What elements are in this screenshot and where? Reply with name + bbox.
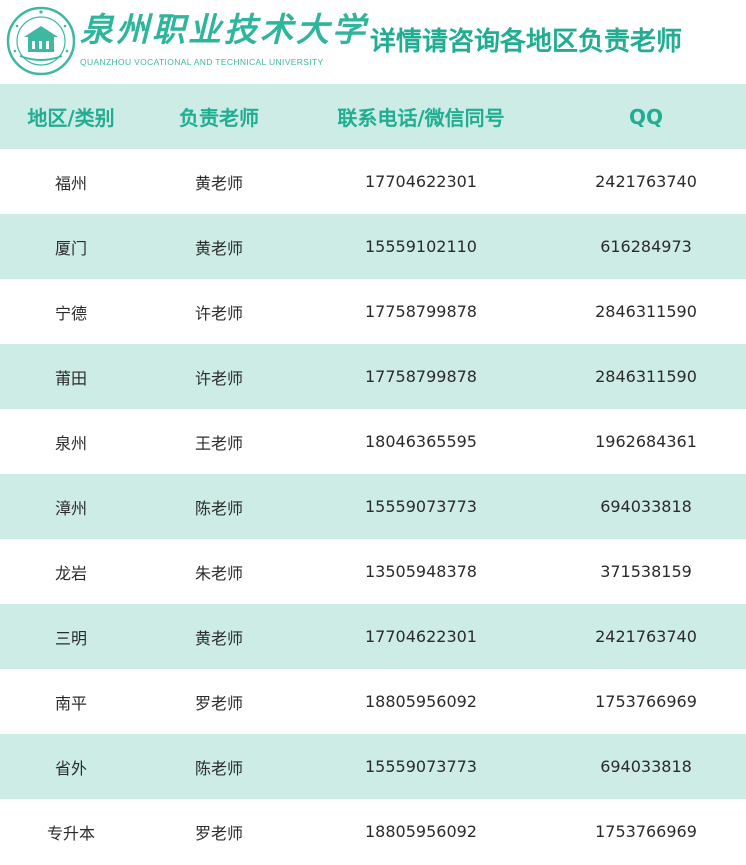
- column-header-teacher: 负责老师: [179, 106, 259, 130]
- teacher-cell: 许老师: [194, 303, 243, 323]
- phone-cell: 18805956092: [365, 822, 477, 841]
- table-row: 泉州 王老师 18046365595 1962684361: [0, 409, 746, 474]
- table-row: 专升本 罗老师 18805956092 1753766969: [0, 799, 746, 864]
- teacher-cell: 朱老师: [194, 563, 243, 583]
- qq-cell: 1753766969: [595, 692, 697, 711]
- teacher-cell: 陈老师: [194, 758, 243, 778]
- table-row: 省外 陈老师 15559073773 694033818: [0, 734, 746, 799]
- page: 泉州职业技术大学 QUANZHOU VOCATIONAL AND TECHNIC…: [0, 0, 746, 865]
- teacher-cell: 黄老师: [194, 628, 243, 648]
- qq-cell: 694033818: [600, 757, 692, 776]
- phone-cell: 17704622301: [365, 172, 477, 191]
- region-cell: 龙岩: [54, 563, 87, 583]
- qq-cell: 1753766969: [595, 822, 697, 841]
- table-row: 漳州 陈老师 15559073773 694033818: [0, 474, 746, 539]
- teacher-cell: 许老师: [194, 368, 243, 388]
- phone-cell: 15559073773: [365, 757, 477, 776]
- region-cell: 福州: [54, 173, 87, 193]
- column-header-qq: QQ: [628, 104, 663, 129]
- consult-notice: 详情请咨询各地区负责老师: [370, 27, 683, 57]
- qq-cell: 1962684361: [595, 432, 697, 451]
- brand-name-en: QUANZHOU VOCATIONAL AND TECHNICAL UNIVER…: [80, 57, 324, 67]
- table-header-row: 地区/类别 负责老师 联系电话/微信同号 QQ: [0, 84, 746, 149]
- teacher-cell: 罗老师: [194, 693, 243, 713]
- column-header-phone: 联系电话/微信同号: [337, 106, 505, 130]
- table-row: 福州 黄老师 17704622301 2421763740: [0, 149, 746, 214]
- phone-cell: 17704622301: [365, 627, 477, 646]
- region-cell: 莆田: [54, 368, 87, 388]
- qq-cell: 2421763740: [595, 172, 697, 191]
- region-cell: 漳州: [54, 498, 87, 518]
- phone-cell: 15559073773: [365, 497, 477, 516]
- contact-table: 地区/类别 负责老师 联系电话/微信同号 QQ 福州 黄老师 177046223…: [0, 84, 746, 864]
- phone-cell: 15559102110: [365, 237, 477, 256]
- qq-cell: 2846311590: [595, 367, 697, 386]
- qq-cell: 371538159: [600, 562, 692, 581]
- teacher-cell: 黄老师: [194, 173, 243, 193]
- brand-name-cn: 泉州职业技术大学: [80, 10, 368, 49]
- phone-cell: 18805956092: [365, 692, 477, 711]
- header: 泉州职业技术大学 QUANZHOU VOCATIONAL AND TECHNIC…: [0, 0, 746, 84]
- phone-cell: 18046365595: [365, 432, 477, 451]
- qq-cell: 616284973: [600, 237, 692, 256]
- table-row: 厦门 黄老师 15559102110 616284973: [0, 214, 746, 279]
- region-cell: 泉州: [54, 433, 87, 453]
- phone-cell: 17758799878: [365, 367, 477, 386]
- phone-cell: 17758799878: [365, 302, 477, 321]
- phone-cell: 13505948378: [365, 562, 477, 581]
- teacher-cell: 罗老师: [194, 823, 243, 843]
- table-row: 宁德 许老师 17758799878 2846311590: [0, 279, 746, 344]
- qq-cell: 2846311590: [595, 302, 697, 321]
- region-cell: 专升本: [46, 823, 95, 843]
- column-header-region: 地区/类别: [27, 106, 115, 130]
- university-emblem-icon: [6, 6, 76, 76]
- region-cell: 南平: [54, 693, 87, 713]
- region-cell: 省外: [54, 758, 87, 778]
- brand: 泉州职业技术大学 QUANZHOU VOCATIONAL AND TECHNIC…: [80, 10, 368, 74]
- region-cell: 三明: [54, 628, 87, 648]
- teacher-cell: 陈老师: [194, 498, 243, 518]
- qq-cell: 694033818: [600, 497, 692, 516]
- teacher-cell: 王老师: [194, 433, 243, 453]
- region-cell: 厦门: [54, 238, 87, 258]
- teacher-cell: 黄老师: [194, 238, 243, 258]
- region-cell: 宁德: [54, 303, 87, 323]
- table-row: 南平 罗老师 18805956092 1753766969: [0, 669, 746, 734]
- qq-cell: 2421763740: [595, 627, 697, 646]
- table-row: 莆田 许老师 17758799878 2846311590: [0, 344, 746, 409]
- table-row: 龙岩 朱老师 13505948378 371538159: [0, 539, 746, 604]
- table-row: 三明 黄老师 17704622301 2421763740: [0, 604, 746, 669]
